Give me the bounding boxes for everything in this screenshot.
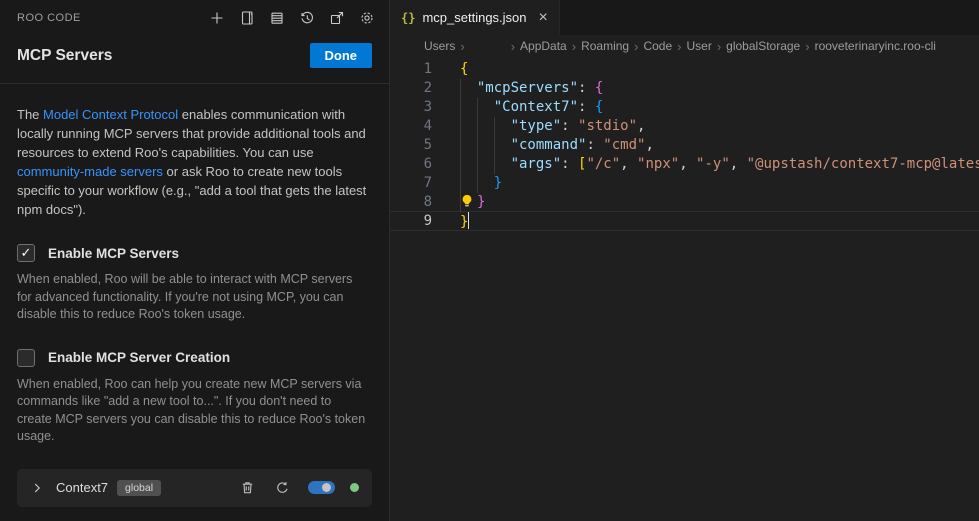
enable-mcp-servers-row: ✓ Enable MCP Servers	[17, 244, 372, 262]
breadcrumb-item[interactable]: Roaming	[581, 39, 629, 53]
text-cursor	[468, 212, 469, 229]
line-number: 7	[390, 174, 432, 193]
line-content: "Context7": {	[460, 98, 603, 117]
prompts-icon[interactable]	[238, 9, 255, 26]
trash-icon[interactable]	[239, 480, 255, 496]
enable-mcp-creation-description: When enabled, Roo can help you create ne…	[17, 376, 369, 446]
code-editor[interactable]: 1{2 "mcpServers": {3 "Context7": {4 "typ…	[390, 57, 979, 521]
json-file-icon: {}	[401, 11, 415, 25]
editor-tab-bar: {} mcp_settings.json ×	[390, 0, 979, 35]
line-content: "command": "cmd",	[460, 136, 654, 155]
line-content: {	[460, 60, 468, 79]
server-scope-badge: global	[117, 480, 161, 496]
breadcrumb-item[interactable]: Users	[424, 39, 455, 53]
line-number: 3	[390, 98, 432, 117]
code-line[interactable]: 3 "Context7": {	[390, 98, 979, 117]
line-content: "type": "stdio",	[460, 117, 645, 136]
open-in-editor-icon[interactable]	[328, 9, 345, 26]
breadcrumb-separator-icon: ›	[672, 39, 686, 54]
breadcrumb-separator-icon: ›	[567, 39, 581, 54]
tab-filename: mcp_settings.json	[422, 10, 526, 25]
breadcrumb-item[interactable]: rooveterinaryinc.roo-cli	[815, 39, 936, 53]
page-title: MCP Servers	[17, 47, 112, 65]
code-line[interactable]: 9}	[390, 212, 979, 231]
breadcrumb-item[interactable]: Code	[643, 39, 672, 53]
settings-gear-icon[interactable]	[358, 9, 375, 26]
chevron-right-icon[interactable]	[30, 481, 44, 495]
enable-mcp-creation-label: Enable MCP Server Creation	[48, 350, 230, 365]
breadcrumb-separator-icon: ›	[455, 39, 469, 54]
code-line[interactable]: 6 "args": ["/c", "npx", "-y", "@upstash/…	[390, 155, 979, 174]
panel-toolbar	[208, 9, 375, 26]
enable-mcp-creation-checkbox[interactable]	[17, 349, 35, 367]
roo-code-panel: ROO CODE MCP Servers Done	[0, 0, 390, 521]
header-divider	[0, 83, 389, 84]
tab-mcp-settings-json[interactable]: {} mcp_settings.json ×	[390, 0, 560, 35]
code-line[interactable]: 5 "command": "cmd",	[390, 136, 979, 155]
line-content: "mcpServers": {	[460, 79, 603, 98]
server-row-context7[interactable]: Context7 global	[17, 469, 372, 507]
panel-header: ROO CODE	[0, 0, 389, 26]
done-button[interactable]: Done	[310, 43, 373, 68]
intro-text: The	[17, 107, 43, 122]
server-name: Context7	[56, 480, 108, 495]
breadcrumb: Users››AppData›Roaming›Code›User›globalS…	[390, 35, 979, 57]
line-number: 8	[390, 193, 432, 212]
line-number: 1	[390, 60, 432, 79]
status-dot	[350, 483, 359, 492]
enable-mcp-servers-checkbox[interactable]: ✓	[17, 244, 35, 262]
line-content: }	[460, 212, 469, 231]
code-line[interactable]: 2 "mcpServers": {	[390, 79, 979, 98]
mcp-intro-text: The Model Context Protocol enables commu…	[17, 105, 379, 219]
restart-icon[interactable]	[274, 480, 290, 496]
breadcrumb-item[interactable]: User	[686, 39, 711, 53]
mcp-servers-header: MCP Servers Done	[0, 43, 389, 68]
breadcrumb-separator-icon: ›	[712, 39, 726, 54]
editor-pane: {} mcp_settings.json × Users››AppData›Ro…	[390, 0, 979, 521]
line-content: }	[460, 174, 502, 193]
tab-close-icon[interactable]: ×	[539, 10, 548, 26]
breadcrumb-separator-icon: ›	[629, 39, 643, 54]
enable-mcp-creation-row: Enable MCP Server Creation	[17, 349, 372, 367]
lightbulb-icon[interactable]	[460, 194, 477, 214]
intro-link[interactable]: Model Context Protocol	[43, 107, 178, 122]
panel-title-roo-code: ROO CODE	[17, 12, 81, 24]
line-number: 2	[390, 79, 432, 98]
code-line[interactable]: 1{	[390, 60, 979, 79]
line-content: "args": ["/c", "npx", "-y", "@upstash/co…	[460, 155, 979, 174]
code-line[interactable]: 8}	[390, 193, 979, 212]
history-icon[interactable]	[298, 9, 315, 26]
breadcrumb-item[interactable]: globalStorage	[726, 39, 800, 53]
intro-link[interactable]: community-made servers	[17, 164, 163, 179]
code-line[interactable]: 7 }	[390, 174, 979, 193]
line-number: 6	[390, 155, 432, 174]
enable-mcp-servers-label: Enable MCP Servers	[48, 246, 179, 261]
line-number: 9	[390, 212, 432, 231]
mcp-servers-icon[interactable]	[268, 9, 285, 26]
breadcrumb-separator-icon: ›	[800, 39, 814, 54]
line-number: 4	[390, 117, 432, 136]
line-content: }	[460, 193, 485, 212]
breadcrumb-separator-icon: ›	[506, 39, 520, 54]
line-number: 5	[390, 136, 432, 155]
server-enabled-toggle[interactable]	[308, 481, 335, 494]
breadcrumb-item[interactable]: AppData	[520, 39, 567, 53]
enable-mcp-servers-description: When enabled, Roo will be able to intera…	[17, 271, 369, 324]
new-task-icon[interactable]	[208, 9, 225, 26]
code-line[interactable]: 4 "type": "stdio",	[390, 117, 979, 136]
